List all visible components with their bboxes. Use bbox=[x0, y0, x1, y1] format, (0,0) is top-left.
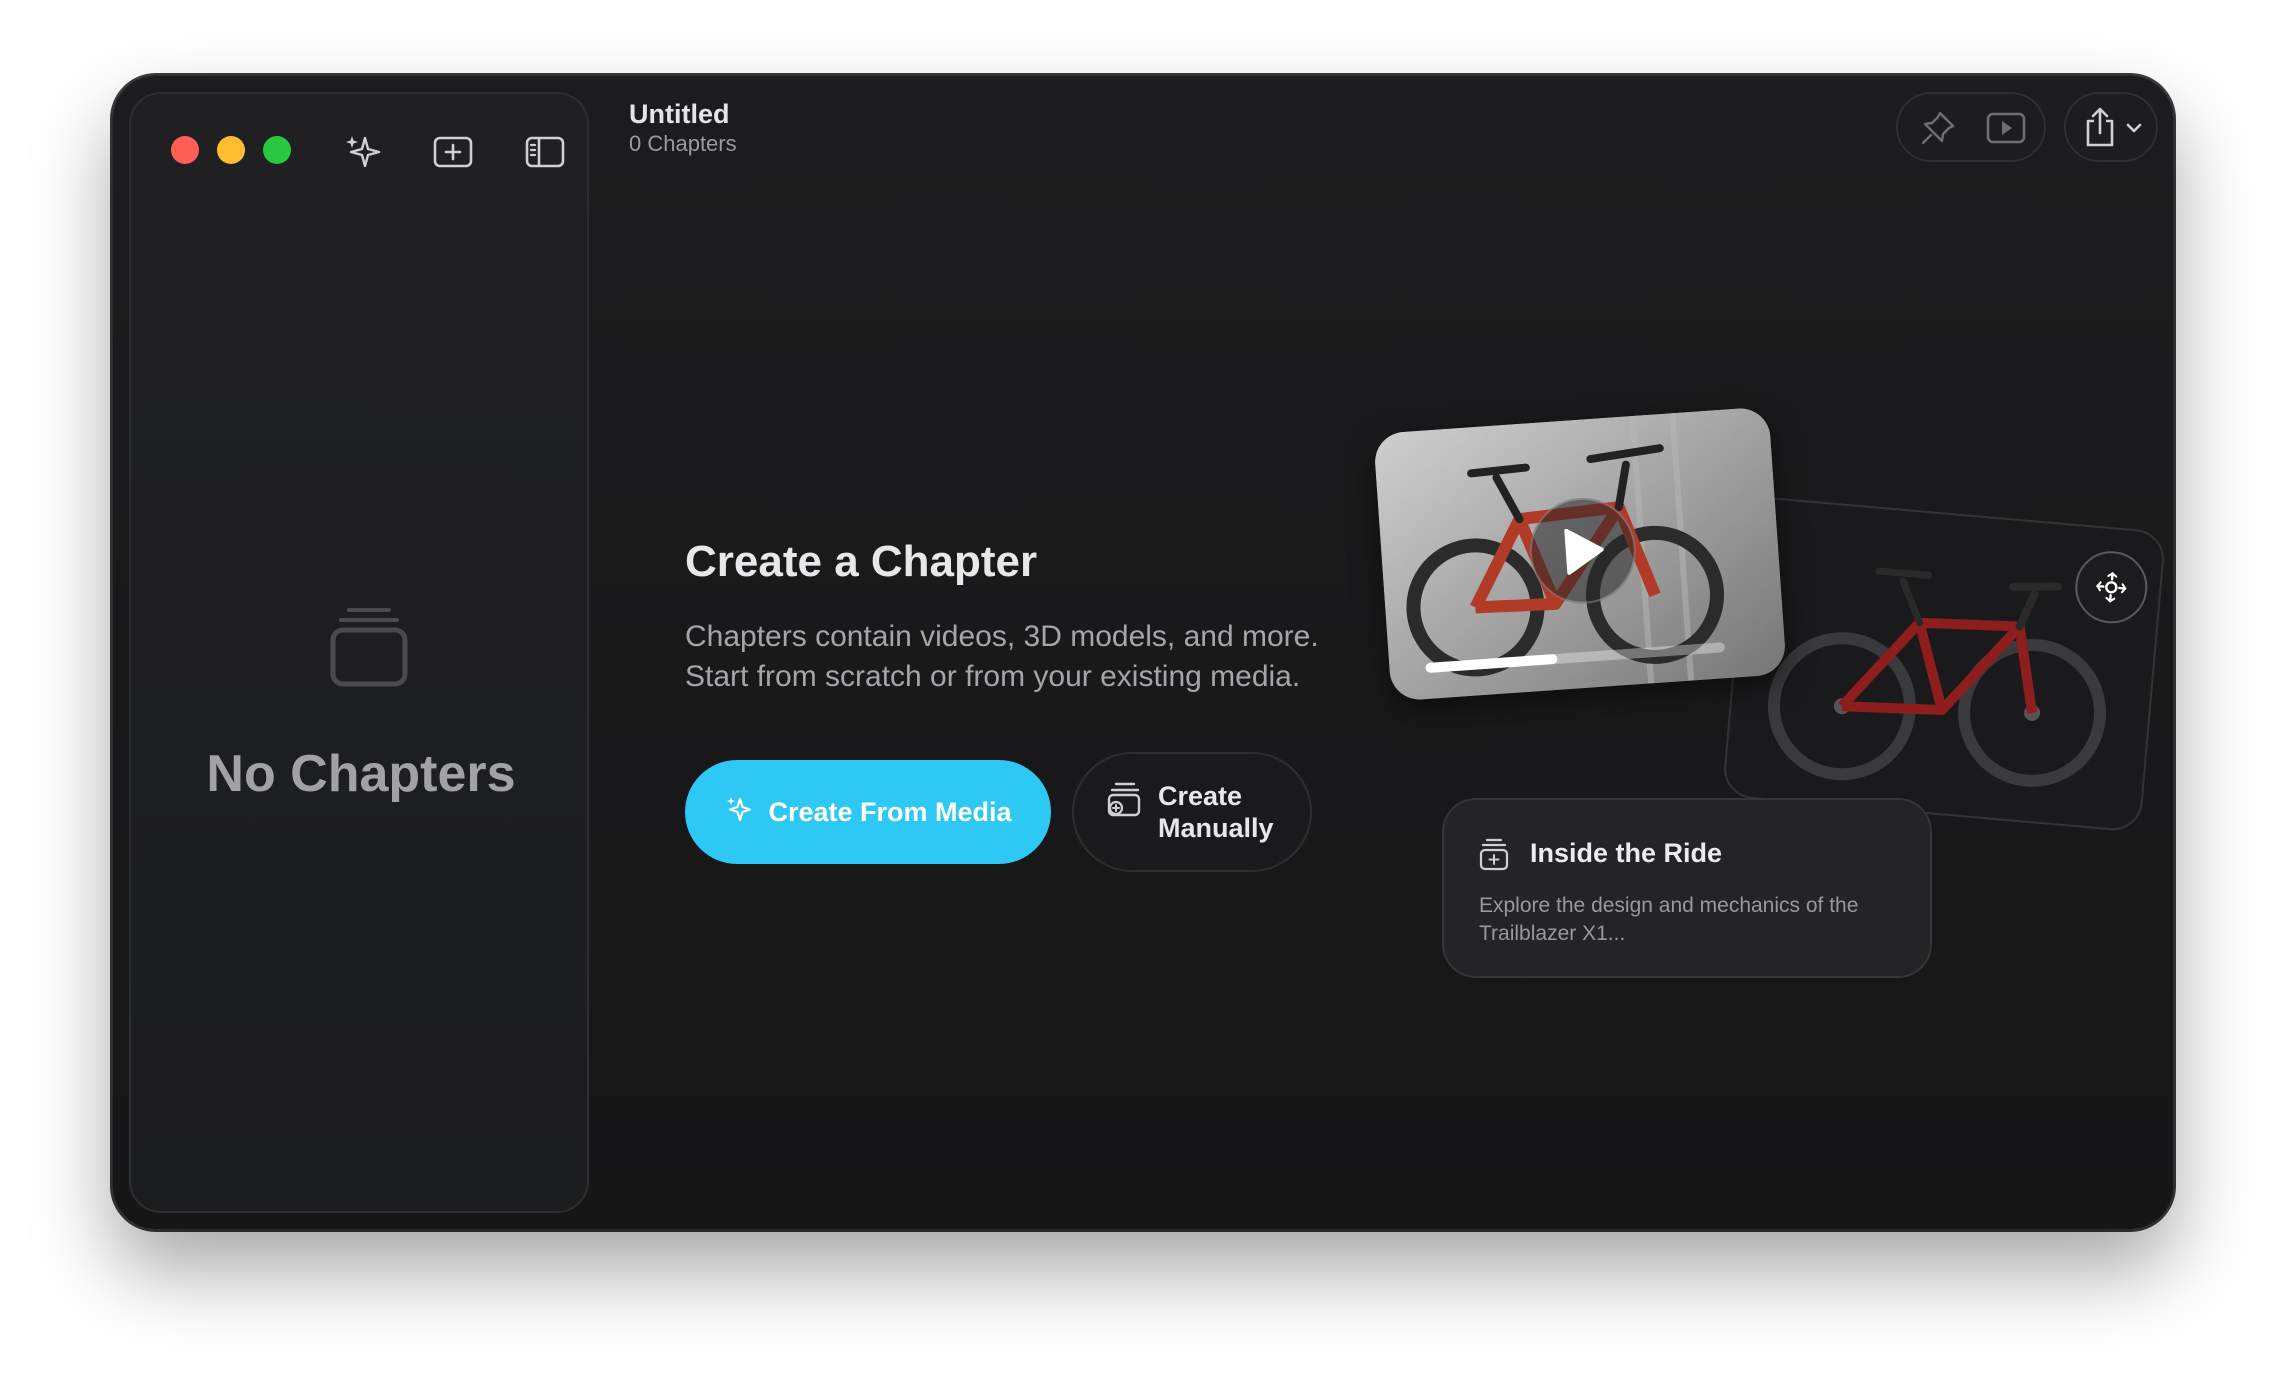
play-icon bbox=[1564, 528, 1604, 575]
create-chapter-description: Chapters contain videos, 3D models, and … bbox=[685, 617, 1319, 697]
play-preview-icon[interactable] bbox=[1984, 106, 2028, 150]
add-chapter-icon[interactable] bbox=[431, 130, 475, 174]
document-title: Untitled bbox=[629, 99, 730, 129]
create-chapter-heading: Create a Chapter bbox=[685, 537, 1038, 586]
chevron-down-icon bbox=[2124, 118, 2144, 138]
maximize-window-button[interactable] bbox=[263, 136, 291, 164]
sidebar-toggle-icon[interactable] bbox=[523, 130, 567, 174]
preview-card-title: Inside the Ride bbox=[1530, 838, 1723, 868]
create-manually-label: Create Manually bbox=[1158, 780, 1274, 844]
3d-rotate-icon bbox=[2096, 572, 2127, 603]
sidebar: No Chapters bbox=[129, 92, 589, 1213]
chapter-preview-info-card: Inside the Ride Explore the design and m… bbox=[1442, 798, 1932, 978]
sparkles-icon[interactable] bbox=[341, 130, 385, 174]
create-manually-icon bbox=[1106, 780, 1142, 825]
create-manually-button[interactable]: Create Manually bbox=[1072, 752, 1312, 872]
description-line-1: Chapters contain videos, 3D models, and … bbox=[685, 620, 1319, 653]
empty-state-label: No Chapters bbox=[206, 745, 516, 803]
chapter-icon bbox=[1478, 836, 1510, 877]
close-window-button[interactable] bbox=[171, 136, 199, 164]
video-preview-card bbox=[1373, 406, 1787, 702]
create-manually-line-2: Manually bbox=[1158, 813, 1274, 843]
create-from-media-label: Create From Media bbox=[768, 796, 1012, 827]
app-window: No Chapters Untitled 0 Chapters Create a… bbox=[112, 75, 2174, 1230]
chapter-count: 0 Chapters bbox=[629, 131, 737, 156]
bike-model-illustration bbox=[1767, 567, 2107, 787]
toolbar-pill-group bbox=[1896, 92, 2046, 162]
sparkles-icon bbox=[724, 794, 754, 831]
description-line-2: Start from scratch or from your existing… bbox=[685, 660, 1301, 693]
share-icon bbox=[2080, 104, 2120, 150]
chapters-stack-icon bbox=[329, 604, 409, 693]
pin-icon[interactable] bbox=[1916, 106, 1960, 150]
model-preview-card bbox=[1721, 495, 2167, 833]
share-button[interactable] bbox=[2064, 92, 2158, 162]
preview-card-description: Explore the design and mechanics of the … bbox=[1479, 894, 1859, 945]
create-manually-line-1: Create bbox=[1158, 781, 1243, 811]
minimize-window-button[interactable] bbox=[217, 136, 245, 164]
create-from-media-button[interactable]: Create From Media bbox=[685, 760, 1051, 864]
